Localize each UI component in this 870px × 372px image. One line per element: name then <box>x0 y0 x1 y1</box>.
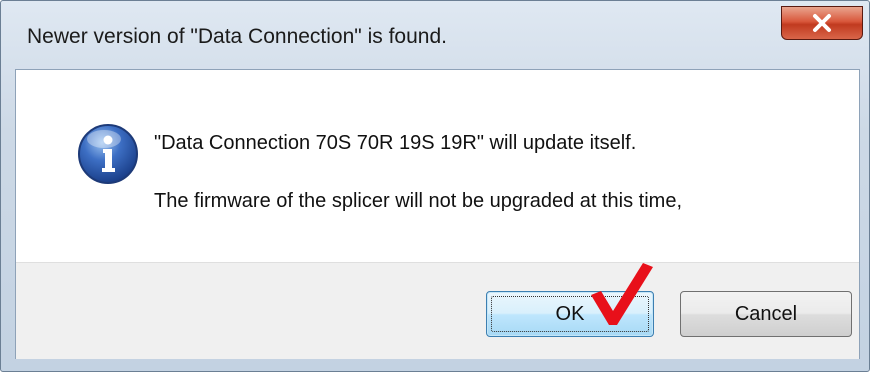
ok-button-label: OK <box>555 302 585 325</box>
window-title: Newer version of "Data Connection" is fo… <box>27 25 447 48</box>
info-icon <box>78 124 138 184</box>
close-icon <box>813 14 831 32</box>
dialog-content: "Data Connection 70S 70R 19S 19R" will u… <box>15 69 860 359</box>
message-line-1: "Data Connection 70S 70R 19S 19R" will u… <box>154 132 637 154</box>
cancel-button[interactable]: Cancel <box>680 291 852 337</box>
close-button[interactable] <box>781 6 863 40</box>
ok-button[interactable]: OK <box>486 291 654 337</box>
dialog-window: Newer version of "Data Connection" is fo… <box>0 0 870 372</box>
title-bar[interactable]: Newer version of "Data Connection" is fo… <box>1 1 869 69</box>
cancel-button-label: Cancel <box>734 302 798 325</box>
button-bar: OK Cancel <box>16 262 859 359</box>
message-line-2: The firmware of the splicer will not be … <box>154 190 683 212</box>
